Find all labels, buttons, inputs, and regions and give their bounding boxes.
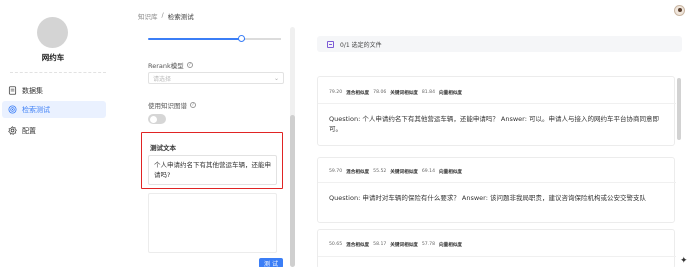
result-scores: 59.70 混合相似度 55.52 关键词相似度 69.14 向量相似度 — [329, 169, 462, 175]
hybrid-score: 79.20 — [329, 90, 343, 95]
results-scrollbar[interactable] — [677, 78, 681, 140]
help-icon[interactable]: ? — [186, 62, 193, 68]
keyword-score-label: 关键词相似度 — [390, 243, 418, 248]
user-avatar[interactable] — [674, 5, 685, 16]
settings-scrollbar[interactable] — [290, 27, 295, 267]
hybrid-score-label: 混合相似度 — [346, 91, 370, 96]
selected-files-label: 0/1 选定的文件 — [340, 41, 382, 49]
breadcrumb-parent[interactable]: 知识库 — [138, 11, 158, 21]
result-scores: 79.20 混合相似度 78.06 关键词相似度 81.84 向量相似度 — [329, 90, 462, 96]
knowledge-graph-label-text: 使用知识图谱 — [148, 102, 187, 110]
target-icon — [8, 105, 17, 114]
test-text-area[interactable] — [148, 193, 277, 253]
similarity-slider-track[interactable] — [245, 38, 281, 40]
keyword-score-label: 关键词相似度 — [390, 170, 418, 175]
test-button[interactable]: 测 试 — [259, 258, 283, 267]
knowledge-graph-toggle[interactable] — [148, 114, 166, 124]
sidebar-item-label: 检索测试 — [22, 105, 50, 114]
settings-scrollbar-thumb[interactable] — [290, 115, 295, 267]
sidebar: 网约车 数据集 检索测试 配置 — [0, 0, 112, 267]
result-text: Question: 个人申请约名下有其他营运车辆，还能申请吗？ Answer: … — [329, 115, 659, 133]
retrieval-settings-panel: Rerank模型 ? 请选择 ⌄ 使用知识图谱 ? 测试文本 个人申请约名下有其… — [138, 26, 294, 267]
result-card[interactable]: 59.70 混合相似度 55.52 关键词相似度 69.14 向量相似度 Que… — [317, 157, 676, 223]
chevron-down-icon: ⌄ — [273, 75, 279, 82]
breadcrumb-separator: / — [161, 11, 164, 19]
test-text-input[interactable]: 个人申请约名下有其他营运车辆，还能申请吗? — [148, 155, 277, 185]
hybrid-score: 59.70 — [329, 169, 343, 174]
selected-files-bar[interactable]: 0/1 选定的文件 — [317, 36, 682, 52]
similarity-slider-handle[interactable] — [238, 35, 245, 42]
vector-score-label: 向量相似度 — [439, 243, 463, 248]
keyword-score-label: 关键词相似度 — [390, 91, 418, 96]
sidebar-item-dataset[interactable]: 数据集 — [2, 82, 106, 99]
result-scores: 50.65 混合相似度 58.17 关键词相似度 57.78 向量相似度 — [329, 242, 462, 248]
keyword-score: 78.06 — [373, 90, 387, 95]
card-divider — [318, 256, 676, 257]
rerank-model-label-text: Rerank模型 — [148, 62, 184, 70]
rerank-model-label: Rerank模型 ? — [148, 60, 193, 70]
vector-score: 69.14 — [421, 169, 436, 174]
card-divider — [318, 182, 676, 183]
knowledge-base-name: 网约车 — [41, 53, 65, 62]
knowledge-base-avatar — [37, 17, 68, 48]
keyword-score: 55.52 — [373, 169, 387, 174]
sidebar-item-label: 数据集 — [22, 86, 43, 95]
vector-score: 57.78 — [421, 242, 436, 247]
knowledge-graph-label: 使用知识图谱 ? — [148, 100, 196, 110]
breadcrumb: 知识库 / 检索测试 — [138, 11, 194, 21]
vector-score: 81.84 — [421, 90, 436, 95]
select-files-checkbox[interactable] — [327, 40, 334, 48]
hybrid-score-label: 混合相似度 — [346, 170, 370, 175]
sidebar-divider — [10, 72, 106, 73]
hybrid-score-label: 混合相似度 — [346, 243, 370, 248]
result-card[interactable]: 50.65 混合相似度 58.17 关键词相似度 57.78 向量相似度 — [317, 229, 676, 267]
rerank-model-placeholder: 请选择 — [153, 75, 172, 83]
file-icon — [8, 86, 17, 95]
results-panel: 0/1 选定的文件 79.20 混合相似度 78.06 关键词相似度 81.84… — [317, 36, 682, 267]
rerank-model-select[interactable]: 请选择 ⌄ — [148, 72, 284, 84]
sparkle-icon[interactable]: ✦ — [680, 256, 688, 266]
test-text-title: 测试文本 — [150, 144, 176, 152]
result-text: Question: 申请时对车辆的保险有什么要求？ Answer: 该问题非我局… — [329, 194, 646, 202]
result-card[interactable]: 79.20 混合相似度 78.06 关键词相似度 81.84 向量相似度 Que… — [317, 76, 676, 146]
gear-icon — [8, 126, 17, 135]
keyword-score: 58.17 — [373, 242, 387, 247]
sidebar-item-retrieval-test[interactable]: 检索测试 — [2, 101, 106, 118]
breadcrumb-current: 检索测试 — [167, 13, 194, 21]
vector-score-label: 向量相似度 — [439, 170, 463, 175]
sidebar-item-config[interactable]: 配置 — [2, 122, 106, 139]
sidebar-item-label: 配置 — [22, 126, 36, 135]
help-icon[interactable]: ? — [190, 102, 196, 108]
hybrid-score: 50.65 — [329, 242, 343, 247]
card-divider — [318, 103, 676, 104]
vector-score-label: 向量相似度 — [439, 91, 463, 96]
